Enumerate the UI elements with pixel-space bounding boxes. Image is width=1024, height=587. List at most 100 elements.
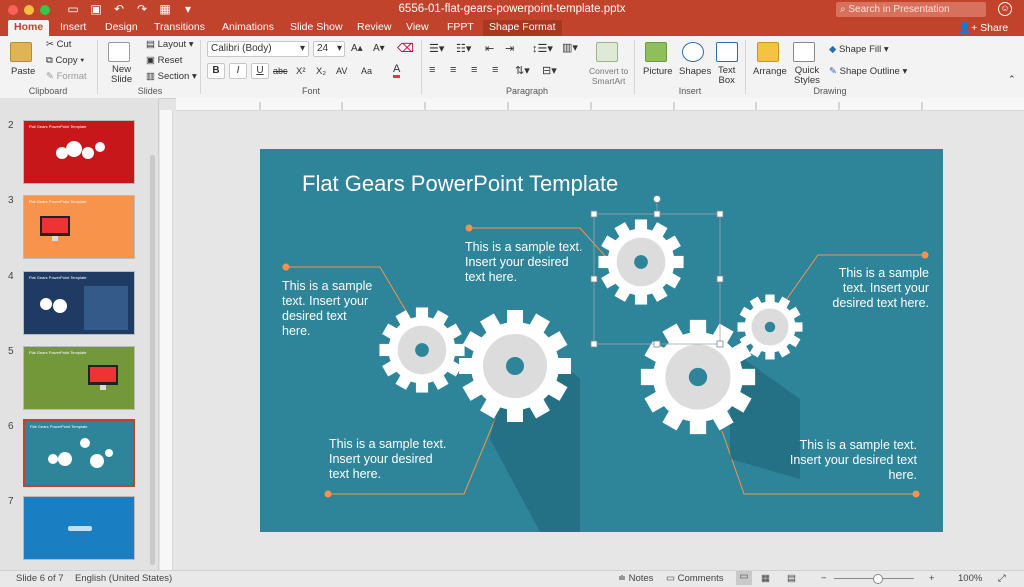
align-left-button[interactable]: ≡ [429, 64, 435, 76]
text-box-button[interactable]: Text Box [718, 66, 735, 86]
arrange-icon[interactable] [757, 42, 779, 62]
slide-thumbnail-7[interactable] [23, 496, 135, 560]
bold-button[interactable]: B [207, 63, 225, 79]
quick-styles-icon[interactable] [793, 42, 815, 62]
share-button[interactable]: 👤+ Share [958, 21, 1008, 34]
character-spacing-button[interactable]: AV [336, 66, 347, 76]
tab-fppt[interactable]: FPPT [441, 20, 480, 36]
minimize-window-button[interactable] [24, 5, 34, 15]
slide-6[interactable]: Flat Gears PowerPoint Template This is a… [260, 149, 943, 532]
layout-button[interactable]: ▤ Layout ▾ [146, 39, 194, 50]
zoom-in-button[interactable]: + [929, 573, 935, 584]
slide-thumbnail-3[interactable]: Flat Gears PowerPoint Template [23, 195, 135, 259]
cut-button[interactable]: ✂ Cut [46, 39, 71, 50]
copy-button[interactable]: ⧉ Copy ▾ [46, 55, 84, 66]
slide-thumbnail-6[interactable]: Flat Gears PowerPoint Template [23, 419, 135, 487]
justify-button[interactable]: ≡ [492, 64, 498, 76]
comments-button[interactable]: ▭ Comments [666, 573, 724, 584]
section-button[interactable]: ▥ Section ▾ [146, 71, 197, 82]
reset-button[interactable]: ▣ Reset [146, 55, 182, 66]
format-painter-button[interactable]: ✎ Format [46, 71, 87, 82]
zoom-slider-thumb[interactable] [873, 574, 883, 584]
redo-icon[interactable]: ↷ [135, 2, 149, 16]
superscript-button[interactable]: X² [296, 66, 306, 77]
normal-view-icon[interactable]: ▭ [736, 571, 752, 585]
align-center-button[interactable]: ≡ [450, 64, 456, 76]
smartart-icon[interactable] [596, 42, 618, 62]
slide-sorter-icon[interactable]: ▦ [761, 573, 770, 584]
picture-button[interactable]: Picture [643, 66, 673, 77]
bullets-button[interactable]: ☰▾ [429, 42, 444, 55]
feedback-smiley-icon[interactable]: ☺ [998, 2, 1012, 16]
tab-view[interactable]: View [400, 20, 435, 36]
increase-indent-button[interactable]: ⇥ [505, 42, 514, 55]
search-input[interactable]: ⌕ Search in Presentation [836, 2, 986, 17]
resize-handle [653, 210, 661, 218]
zoom-level[interactable]: 100% [958, 573, 982, 584]
tab-shape-format[interactable]: Shape Format [483, 20, 562, 36]
paste-button[interactable]: Paste [11, 66, 35, 77]
numbering-button[interactable]: ☷▾ [456, 42, 471, 55]
customize-toolbar-icon[interactable]: ▾ [181, 2, 195, 16]
align-text-button[interactable]: ⊟▾ [542, 64, 557, 77]
clear-formatting-icon[interactable]: ⌫ [397, 41, 414, 55]
align-right-button[interactable]: ≡ [471, 64, 477, 76]
text-left[interactable]: This is a sample text. Insert your desir… [282, 279, 372, 339]
slide-thumbnail-4[interactable]: Flat Gears PowerPoint Template [23, 271, 135, 335]
undo-icon[interactable]: ↶ [112, 2, 126, 16]
sidebar-toggle-icon[interactable]: ▭ [66, 2, 80, 16]
slide-thumbnail-2[interactable]: Flat Gears PowerPoint Template [23, 120, 135, 184]
start-slideshow-icon[interactable]: ▦ [158, 2, 172, 16]
tab-animations[interactable]: Animations [216, 20, 280, 36]
zoom-window-button[interactable] [40, 5, 50, 15]
text-right-top[interactable]: This is a sample text. Insert your desir… [832, 266, 929, 311]
tab-insert[interactable]: Insert [54, 20, 92, 36]
convert-to-smartart-button[interactable]: Convert to SmartArt [589, 66, 628, 86]
picture-icon[interactable] [645, 42, 667, 62]
shapes-button[interactable]: Shapes [679, 66, 711, 77]
close-window-button[interactable] [8, 5, 18, 15]
save-icon[interactable]: ▣ [89, 2, 103, 16]
new-slide-button[interactable]: New Slide [111, 65, 132, 85]
quick-styles-button[interactable]: Quick Styles [794, 66, 820, 86]
arrange-button[interactable]: Arrange [753, 66, 787, 77]
notes-button[interactable]: ≐ Notes [618, 573, 653, 584]
quick-access-toolbar: ▭ ▣ ↶ ↷ ▦ ▾ [66, 2, 195, 16]
strikethrough-button[interactable]: abc [273, 66, 288, 76]
line-spacing-button[interactable]: ↕☰▾ [532, 42, 553, 55]
shape-outline-button[interactable]: ✎ Shape Outline ▾ [829, 66, 907, 77]
collapse-ribbon-icon[interactable]: ⌃ [1008, 74, 1016, 85]
underline-button[interactable]: U [251, 63, 269, 79]
tab-design[interactable]: Design [99, 20, 144, 36]
text-top-center[interactable]: This is a sample text. Insert your desir… [465, 240, 582, 285]
text-box-icon[interactable] [716, 42, 738, 62]
text-bottom-left[interactable]: This is a sample text. Insert your desir… [329, 437, 446, 482]
resize-handle [716, 210, 724, 218]
tab-home[interactable]: Home [8, 20, 50, 36]
shape-fill-button[interactable]: ◆ Shape Fill ▾ [829, 44, 889, 55]
fit-to-window-icon[interactable]: ⤢ [998, 573, 1006, 584]
new-slide-icon[interactable] [108, 42, 130, 62]
zoom-out-button[interactable]: − [821, 573, 827, 584]
columns-button[interactable]: ▥▾ [562, 41, 578, 54]
paste-icon[interactable] [10, 42, 32, 62]
decrease-font-size-button[interactable]: A▾ [373, 43, 385, 54]
subscript-button[interactable]: X₂ [316, 66, 326, 77]
text-direction-button[interactable]: ⇅▾ [515, 64, 530, 77]
decrease-indent-button[interactable]: ⇤ [485, 42, 494, 55]
italic-button[interactable]: I [229, 63, 247, 79]
reading-view-icon[interactable]: ▤ [787, 573, 796, 584]
font-name-select[interactable]: Calibri (Body) ▾ [207, 41, 309, 57]
change-case-button[interactable]: Aa [361, 66, 372, 76]
slide-thumbnail-5[interactable]: Flat Gears PowerPoint Template [23, 346, 135, 410]
thumbnail-scrollbar[interactable] [150, 155, 155, 565]
font-size-select[interactable]: 24 ▾ [313, 41, 345, 57]
language-indicator[interactable]: English (United States) [75, 573, 172, 584]
font-color-button[interactable]: A [393, 64, 401, 78]
text-bottom-right[interactable]: This is a sample text. Insert your desir… [790, 438, 917, 483]
tab-slide-show[interactable]: Slide Show [284, 20, 349, 36]
increase-font-size-button[interactable]: A▴ [351, 43, 363, 54]
tab-transitions[interactable]: Transitions [148, 20, 211, 36]
shapes-icon[interactable] [682, 42, 704, 62]
tab-review[interactable]: Review [351, 20, 397, 36]
